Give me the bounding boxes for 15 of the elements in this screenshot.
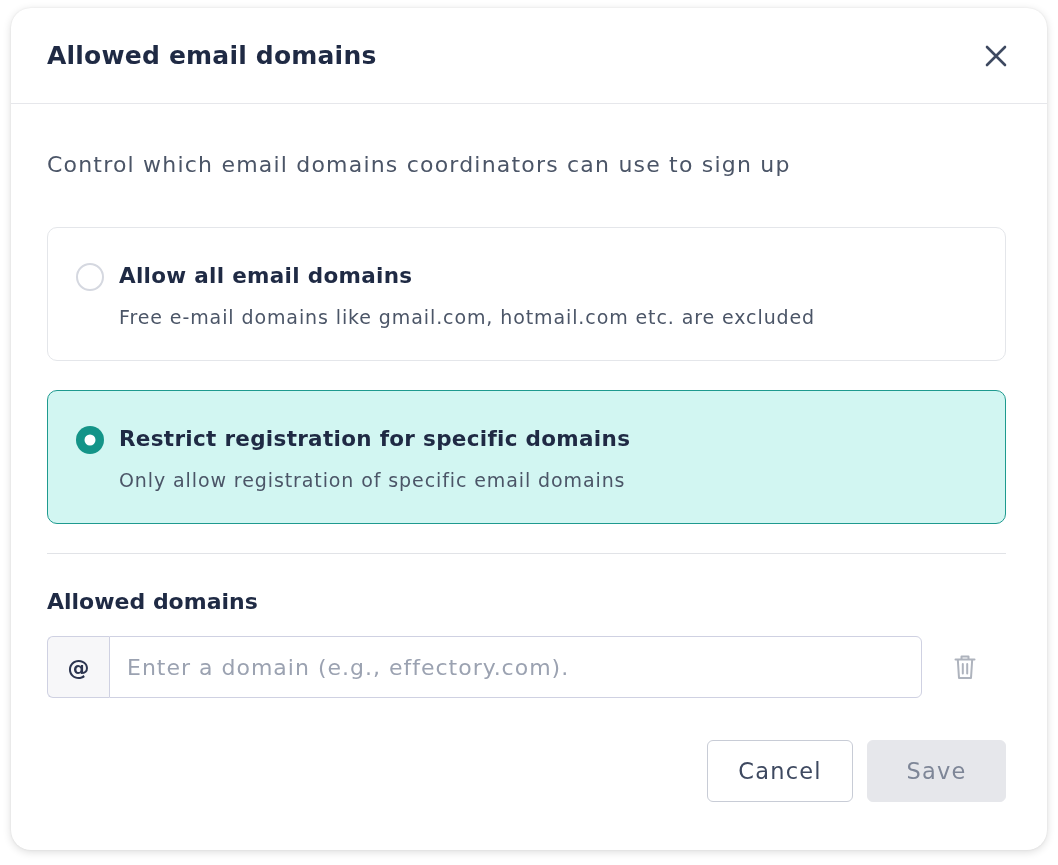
option-title: Allow all email domains [119,262,413,290]
dialog-title: Allowed email domains [47,40,377,71]
option-title: Restrict registration for specific domains [119,425,631,453]
radio-icon [76,426,104,454]
dialog-description: Control which email domains coordinators can use to sign up [47,151,791,179]
option-description: Only allow registration of specific email domains [119,468,626,492]
option-description: Free e-mail domains like gmail.com, hotmail.com etc. are excluded [119,305,816,329]
radio-icon [76,263,104,291]
close-icon[interactable] [985,44,1007,67]
domain-input-field[interactable]: Enter a domain (e.g., effectory.com). [109,636,922,698]
option-card[interactable]: Allow all email domains Free e-mail domains like gmail.com, hotmail.com etc. are excluded [47,227,1006,361]
domains-label: Allowed domains [47,588,258,616]
cancel-button[interactable]: Cancel [707,740,853,802]
at-sign-addon: @ [47,636,109,698]
option-card[interactable]: Restrict registration for specific domains Only allow registration of specific email domains [47,390,1006,524]
